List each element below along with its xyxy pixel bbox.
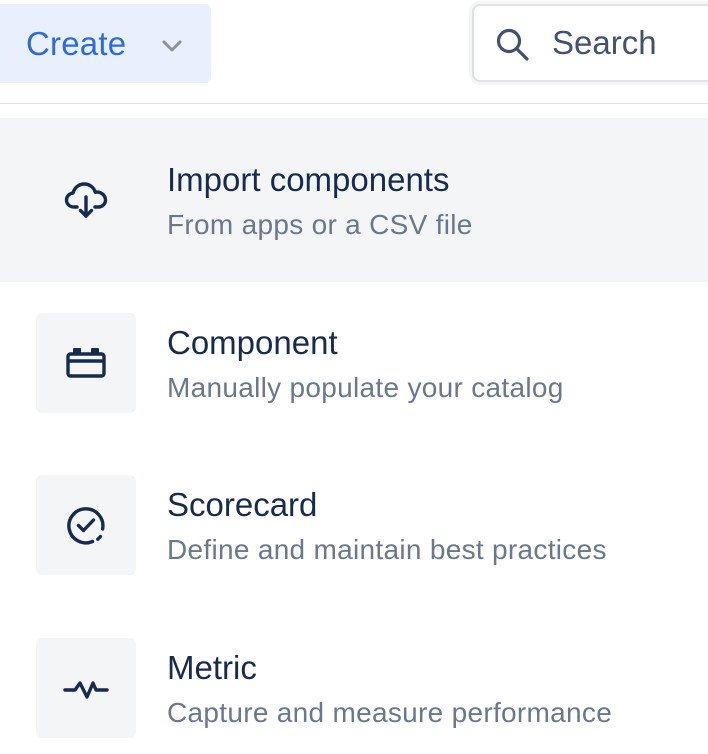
header-divider [0,103,708,104]
chevron-down-icon [162,40,182,52]
cloud-download-icon [64,182,108,218]
create-button[interactable]: Create [0,4,211,83]
component-icon-box [36,313,136,413]
menu-item-import-components[interactable]: Import components From apps or a CSV fil… [0,118,708,282]
scorecard-check-icon [67,507,105,545]
menu-item-title: Metric [167,649,257,686]
create-button-label: Create [26,24,127,62]
metric-icon-box [36,638,136,738]
menu-item-description: Manually populate your catalog [167,372,564,403]
menu-item-title: Import components [167,161,450,198]
menu-item-scorecard[interactable]: Scorecard Define and maintain best pract… [0,444,708,608]
menu-item-description: From apps or a CSV file [167,209,473,240]
import-components-icon-box [36,150,136,250]
search-icon [496,28,529,61]
menu-item-description: Capture and measure performance [167,697,613,728]
top-navigation-bar: Create [0,0,708,104]
menu-item-description: Define and maintain best practices [167,534,607,565]
create-menu-panel: Create Import components [0,0,708,754]
search-input[interactable] [552,18,708,68]
menu-item-component[interactable]: Component Manually populate your catalog [0,282,708,446]
menu-item-title: Scorecard [167,486,318,523]
component-icon [66,348,106,378]
pulse-line-icon [63,681,109,699]
menu-item-metric[interactable]: Metric Capture and measure performance [0,606,708,754]
search-box[interactable] [472,4,708,82]
menu-item-title: Component [167,324,338,361]
scorecard-icon-box [36,475,136,575]
